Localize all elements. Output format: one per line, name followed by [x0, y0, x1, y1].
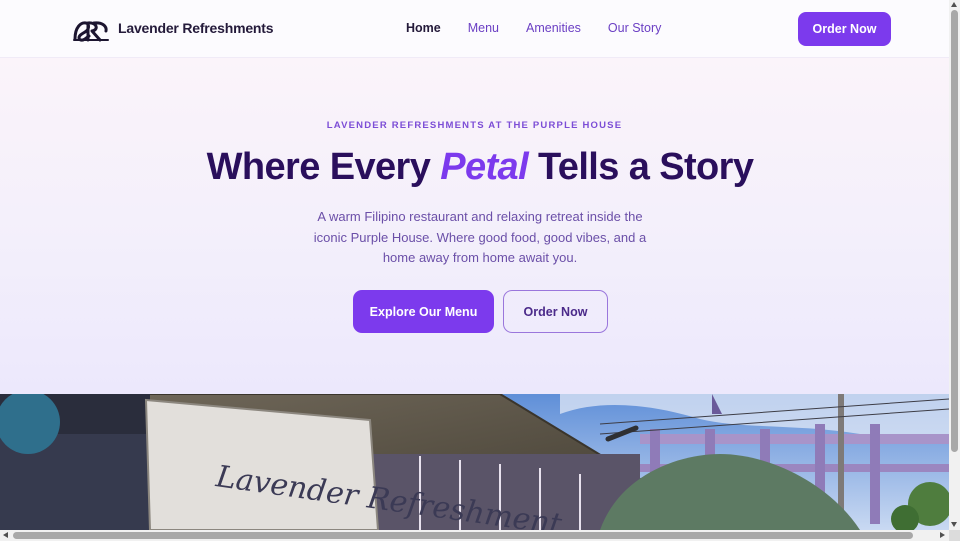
horizontal-scrollbar-thumb[interactable]: [13, 532, 913, 539]
hero-section: LAVENDER REFRESHMENTS AT THE PURPLE HOUS…: [0, 58, 949, 394]
restaurant-photo-image: Lavender Refreshment: [0, 394, 949, 530]
scroll-up-arrow-icon[interactable]: [951, 2, 957, 7]
scrollbar-corner: [949, 530, 960, 541]
headline-part-2: Tells a Story: [528, 146, 754, 188]
nav-link-our-story[interactable]: Our Story: [608, 21, 662, 35]
nav-links: Home Menu Amenities Our Story: [406, 21, 688, 35]
scroll-left-arrow-icon[interactable]: [3, 532, 8, 538]
lr-monogram-icon[interactable]: [73, 19, 109, 43]
hero-headline: Where Every Petal Tells a Story: [0, 146, 949, 189]
nav-order-now-button[interactable]: Order Now: [798, 12, 891, 46]
nav-link-home[interactable]: Home: [406, 21, 441, 35]
scroll-right-arrow-icon[interactable]: [940, 532, 945, 538]
page-viewport: Lavender Refreshments Home Menu Amenitie…: [0, 0, 949, 530]
nav-link-amenities[interactable]: Amenities: [526, 21, 581, 35]
hero-subtext: A warm Filipino restaurant and relaxing …: [313, 209, 647, 265]
restaurant-photo: Lavender Refreshment: [0, 394, 949, 530]
explore-menu-button[interactable]: Explore Our Menu: [353, 290, 494, 333]
navbar: Lavender Refreshments Home Menu Amenitie…: [0, 0, 949, 58]
hero-order-now-button[interactable]: Order Now: [503, 290, 608, 333]
horizontal-scrollbar[interactable]: [0, 530, 949, 541]
headline-part-1: Where Every: [206, 146, 441, 188]
scroll-down-arrow-icon[interactable]: [951, 522, 957, 527]
brand-name[interactable]: Lavender Refreshments: [118, 20, 274, 36]
nav-link-menu[interactable]: Menu: [468, 21, 499, 35]
hero-eyebrow: LAVENDER REFRESHMENTS AT THE PURPLE HOUS…: [326, 120, 623, 131]
vertical-scrollbar[interactable]: [949, 0, 960, 530]
vertical-scrollbar-thumb[interactable]: [951, 10, 958, 452]
headline-accent-word: Petal: [440, 146, 529, 188]
